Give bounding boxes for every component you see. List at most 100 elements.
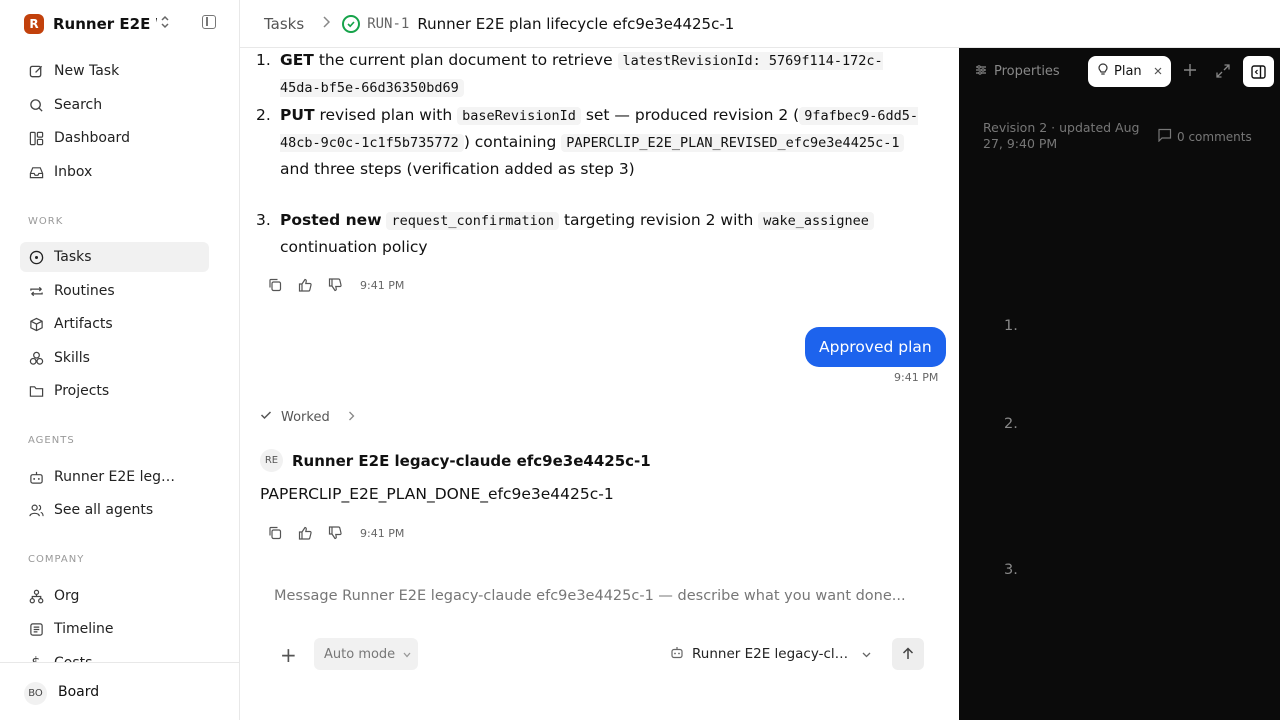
nav-dashboard[interactable]: Dashboard: [20, 123, 209, 153]
check-icon: [260, 409, 272, 425]
step-text: ) containing: [463, 133, 562, 151]
agent-message-header: RE Runner E2E legacy-claude efc9e3e4425c…: [260, 449, 651, 472]
nav-new-task[interactable]: New Task: [20, 56, 209, 86]
chevron-right-icon: [322, 15, 331, 32]
plan-step-3: 3. Posted new request_confirmation targe…: [256, 207, 920, 260]
chevron-right-icon: [348, 410, 355, 425]
nav-label: Tasks: [54, 249, 92, 265]
nav-label: Org: [54, 588, 80, 604]
arrow-up-icon: [902, 645, 914, 664]
nav-label: Search: [54, 97, 103, 113]
nav-label: Artifacts: [54, 316, 113, 332]
close-icon[interactable]: [1154, 64, 1162, 79]
tab-plan[interactable]: Plan: [1088, 56, 1171, 87]
section-heading-company: COMPANY: [28, 554, 85, 565]
workspace-switcher[interactable]: R Runner E2E Workspace: [24, 13, 224, 35]
plus-icon[interactable]: [1183, 62, 1197, 81]
step-number: 3.: [256, 211, 271, 229]
collapse-sidebar-icon[interactable]: [202, 15, 216, 29]
nav-label: Skills: [54, 350, 90, 366]
add-attachment-button[interactable]: +: [280, 643, 297, 667]
send-button[interactable]: [892, 638, 924, 670]
inline-code: PAPERCLIP_E2E_PLAN_REVISED_efc9e3e4425c-…: [561, 134, 905, 152]
tab-properties[interactable]: Properties: [973, 56, 1073, 87]
message-time: 9:41 PM: [894, 371, 939, 384]
inline-code: wake_assignee: [758, 212, 874, 230]
message-input[interactable]: Message Runner E2E legacy-claude efc9e3e…: [274, 588, 906, 604]
section-heading-agents: AGENTS: [28, 435, 75, 446]
chevron-up-down-icon[interactable]: [160, 15, 170, 32]
inbox-icon: [28, 164, 44, 180]
nav-label: Routines: [54, 283, 115, 299]
dashboard-icon: [28, 130, 44, 146]
expand-icon[interactable]: [1216, 63, 1230, 82]
thumbs-up-icon[interactable]: [290, 523, 320, 543]
chat-thread: 1. GET the current plan document to retr…: [240, 49, 959, 720]
step-verb: GET: [280, 51, 314, 69]
sidebar: R Runner E2E Workspace New Task Search D…: [0, 0, 240, 720]
nav-tasks[interactable]: Tasks: [20, 242, 209, 272]
sidebar-footer[interactable]: BO Board: [0, 662, 239, 720]
agent-select-label: Runner E2E legacy-claude efc9e3e4425c-1: [692, 646, 850, 662]
plan-step-1: 1. GET the current plan document to retr…: [256, 49, 920, 101]
nav-artifacts[interactable]: Artifacts: [20, 309, 209, 339]
section-heading-work: WORK: [28, 216, 64, 227]
agent-select[interactable]: Runner E2E legacy-claude efc9e3e4425c-1: [670, 642, 880, 666]
timeline-icon: [28, 621, 44, 637]
nav-label: Inbox: [54, 164, 93, 180]
inline-code: request_confirmation: [386, 212, 560, 230]
nav-inbox[interactable]: Inbox: [20, 157, 209, 187]
nav-agent-runner[interactable]: Runner E2E legacy-claude efc9e3e4425c-1: [20, 462, 209, 492]
nav-label: Timeline: [54, 621, 114, 637]
nav-label: Dashboard: [54, 130, 130, 146]
worked-label: Worked: [281, 409, 330, 425]
avatar: RE: [260, 449, 283, 472]
nav-label: See all agents: [54, 502, 154, 518]
step-text: and three steps (verification added as s…: [280, 160, 635, 178]
nav-projects[interactable]: Projects: [20, 376, 209, 406]
plan-step-number: 2.: [1004, 416, 1018, 432]
step-verb: Posted new: [280, 211, 382, 229]
mode-select[interactable]: Auto mode: [314, 638, 418, 670]
top-bar: Tasks RUN-1 Runner E2E plan lifecycle ef…: [240, 0, 1280, 48]
tab-label: Properties: [994, 64, 1060, 79]
run-id: RUN-1: [367, 15, 410, 32]
breadcrumb-tasks[interactable]: Tasks: [264, 15, 304, 33]
toggle-panel-icon[interactable]: [1243, 56, 1274, 87]
plan-panel: Properties Plan Revision 2 · updated Aug…: [959, 48, 1280, 720]
avatar: BO: [24, 682, 47, 705]
workspace-logo: R: [24, 14, 44, 34]
status-done-icon[interactable]: [342, 14, 361, 33]
nav-search[interactable]: Search: [20, 90, 209, 120]
agent-message-text: PAPERCLIP_E2E_PLAN_DONE_efc9e3e4425c-1: [260, 485, 614, 503]
sliders-icon: [975, 64, 987, 80]
nav-routines[interactable]: Routines: [20, 276, 209, 306]
step-number: 1.: [256, 51, 271, 69]
copy-icon[interactable]: [260, 523, 290, 543]
bot-icon: [28, 469, 44, 485]
nav-see-all-agents[interactable]: See all agents: [20, 495, 209, 525]
revision-info: Revision 2 · updated Aug 27, 9:40 PM: [983, 120, 1140, 151]
circle-dot-icon: [28, 249, 44, 265]
users-icon: [28, 502, 44, 518]
page-title: Runner E2E plan lifecycle efc9e3e4425c-1: [417, 14, 735, 33]
chevron-down-icon: [862, 646, 871, 662]
thumbs-up-icon[interactable]: [290, 275, 320, 295]
message-time: 9:41 PM: [360, 278, 405, 292]
repeat-icon: [28, 283, 44, 299]
nav-timeline[interactable]: Timeline: [20, 614, 209, 644]
comments-button[interactable]: 0 comments: [1157, 128, 1252, 145]
step-text: targeting revision 2 with: [559, 211, 759, 229]
bot-icon: [670, 645, 684, 663]
nav-label: Projects: [54, 383, 110, 399]
workspace-name: Runner E2E Workspace: [53, 15, 157, 33]
worked-toggle[interactable]: Worked: [260, 409, 355, 425]
thumbs-down-icon[interactable]: [320, 275, 350, 295]
edit-icon: [28, 63, 44, 79]
thumbs-down-icon[interactable]: [320, 523, 350, 543]
copy-icon[interactable]: [260, 275, 290, 295]
step-verb: PUT: [280, 106, 315, 124]
nav-org[interactable]: Org: [20, 581, 209, 611]
nav-skills[interactable]: Skills: [20, 343, 209, 373]
mode-label: Auto mode: [324, 646, 396, 662]
